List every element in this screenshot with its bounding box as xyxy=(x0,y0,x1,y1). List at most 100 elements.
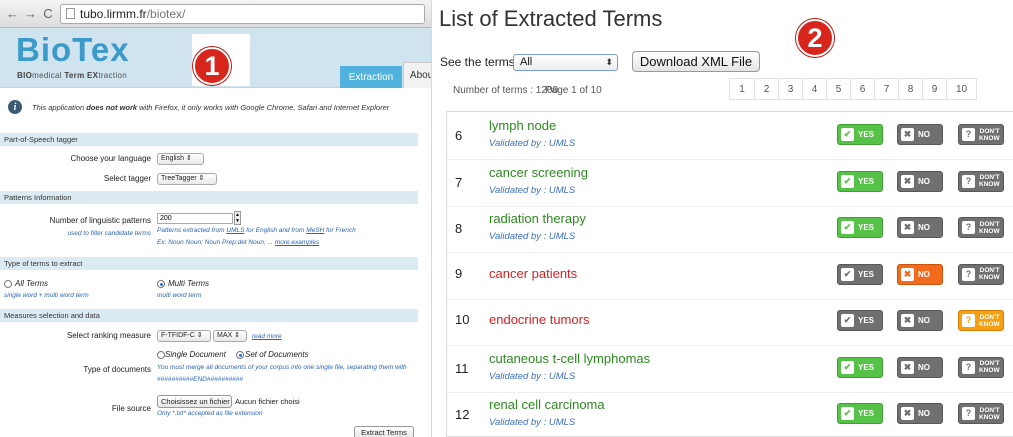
question-icon: ? xyxy=(962,221,975,234)
patterns-number-input[interactable]: 200 xyxy=(157,213,233,224)
validated-by: Validated by : UMLS xyxy=(489,370,576,382)
file-source-label: File source xyxy=(111,404,151,413)
read-more-link[interactable]: read more xyxy=(252,333,282,340)
single-document-label: Single Document xyxy=(165,350,226,359)
term-rank: 10 xyxy=(455,312,470,327)
term-rank: 8 xyxy=(455,221,463,236)
browser-warning: This application does not work with Fire… xyxy=(32,103,390,112)
screenshot-root: ← → C tubo.lirmm.fr/biotex/ BioTex BIOme… xyxy=(0,0,1013,437)
back-icon[interactable]: ← xyxy=(6,7,19,20)
see-terms-label: See the terms xyxy=(440,55,515,69)
language-select[interactable]: English ⇕ xyxy=(157,153,204,165)
vote-no-button[interactable]: ✖ NO xyxy=(897,170,943,192)
validated-by: Validated by : UMLS xyxy=(489,417,576,428)
vote-no-button[interactable]: ✖ NO xyxy=(897,310,943,331)
page-link-3[interactable]: 3 xyxy=(779,78,803,100)
page-link-4[interactable]: 4 xyxy=(803,78,827,100)
patterns-label: Number of linguistic patterns xyxy=(49,216,151,225)
see-terms-select[interactable]: All ⬍ xyxy=(513,54,618,71)
term-text: lymph node xyxy=(489,118,557,133)
vote-dont-know-button[interactable]: ? DON'T KNOW xyxy=(958,263,1004,285)
forward-icon[interactable]: → xyxy=(24,7,37,20)
terms-list: 6 lymph node Validated by : UMLS ✔ YES ✖ NO ? DO… xyxy=(446,111,1013,437)
term-text: radiation therapy xyxy=(489,211,586,226)
vote-yes-button[interactable]: ✔ YES xyxy=(837,356,883,378)
tab-extraction[interactable]: Extraction xyxy=(340,66,402,88)
x-icon: ✖ xyxy=(901,174,914,188)
page-link-5[interactable]: 5 xyxy=(827,78,851,100)
doc-type-label: Type of documents xyxy=(83,365,151,374)
term-rank: 12 xyxy=(455,407,470,422)
more-examples-link[interactable]: more examples xyxy=(275,239,319,246)
validated-by: Validated by : UMLS xyxy=(489,138,576,149)
url-path: /biotex/ xyxy=(146,6,186,21)
biotex-logo: BioTex xyxy=(16,31,130,68)
patterns-stepper[interactable]: ▲ ▼ xyxy=(234,211,241,225)
end-separator: ##########END########## xyxy=(157,376,244,383)
term-row: 8 radiation therapy Validated by : UMLS ✔ YE… xyxy=(447,205,1013,253)
vote-yes-button[interactable]: ✔ YES xyxy=(837,310,883,331)
all-terms-label: All Terms xyxy=(15,279,49,288)
vote-yes-button[interactable]: ✔ YES xyxy=(837,170,883,192)
question-icon: ? xyxy=(962,267,975,281)
tagger-select[interactable]: TreeTagger ⇕ xyxy=(157,173,217,185)
tab-about[interactable]: About xyxy=(403,62,431,88)
term-row: 6 lymph node Validated by : UMLS ✔ YES ✖ NO ? DO… xyxy=(447,112,1013,160)
page-link-8[interactable]: 8 xyxy=(899,78,923,100)
multi-terms-radio[interactable] xyxy=(157,280,165,288)
umls-link[interactable]: UMLS xyxy=(226,227,244,234)
ranking-measure-select[interactable]: F-TFIDF-C ⇕ xyxy=(157,330,211,342)
ranking-agg-select[interactable]: MAX ⇕ xyxy=(213,330,247,342)
address-bar[interactable]: tubo.lirmm.fr/biotex/ xyxy=(60,3,425,24)
section-pos-tagger: Part-of-Speech tagger xyxy=(0,133,418,146)
vote-dont-know-button[interactable]: ? DON'T KNOW xyxy=(958,170,1004,192)
mesh-link[interactable]: MeSH xyxy=(306,227,324,234)
term-text: endocrine tumors xyxy=(489,312,590,327)
term-row: 11 cutaneous t-cell lymphomas Validated by… xyxy=(447,345,1013,393)
reload-icon[interactable]: C xyxy=(42,7,54,20)
single-document-radio[interactable] xyxy=(157,351,165,359)
term-row: 7 cancer screening Validated by : UMLS ✔ YES… xyxy=(447,159,1013,207)
page-link-6[interactable]: 6 xyxy=(851,78,875,100)
page-title: List of Extracted Terms xyxy=(439,6,663,31)
all-terms-radio[interactable] xyxy=(4,280,12,288)
set-of-documents-radio[interactable] xyxy=(236,351,244,359)
vote-no-button[interactable]: ✖ NO xyxy=(897,124,943,145)
check-icon: ✔ xyxy=(841,314,854,327)
browser-toolbar: ← → C tubo.lirmm.fr/biotex/ xyxy=(0,0,431,28)
vote-yes-button[interactable]: ✔ YES xyxy=(837,124,883,145)
page-link-9[interactable]: 9 xyxy=(923,78,947,100)
extract-terms-button[interactable]: Extract Terms xyxy=(354,426,414,437)
question-icon: ? xyxy=(962,314,975,327)
vote-yes-button[interactable]: ✔ YES xyxy=(837,217,883,238)
page-link-7[interactable]: 7 xyxy=(875,78,899,100)
callout-badge-1: 1 xyxy=(193,47,231,85)
vote-dont-know-button[interactable]: ? DON'T KNOW xyxy=(958,217,1004,238)
vote-no-button[interactable]: ✖ NO xyxy=(897,217,943,238)
vote-no-button[interactable]: ✖ NO xyxy=(897,263,943,285)
term-rank: 11 xyxy=(455,360,469,376)
vote-dont-know-button[interactable]: ? DON'T KNOW xyxy=(958,356,1004,378)
download-xml-button[interactable]: Download XML File xyxy=(632,51,760,72)
ranking-label: Select ranking measure xyxy=(66,331,151,340)
page-link-2[interactable]: 2 xyxy=(755,78,779,100)
pagination: 1 2 3 4 5 6 7 8 9 10 xyxy=(729,78,977,100)
x-icon: ✖ xyxy=(901,314,914,327)
vote-dont-know-button[interactable]: ? DON'T KNOW xyxy=(958,310,1004,331)
biotex-form-panel: ← → C tubo.lirmm.fr/biotex/ BioTex BIOme… xyxy=(0,0,432,437)
term-text: cancer screening xyxy=(489,164,588,180)
x-icon: ✖ xyxy=(901,221,914,234)
question-icon: ? xyxy=(962,407,975,420)
vote-dont-know-button[interactable]: ? DON'T KNOW xyxy=(958,403,1004,424)
vote-dont-know-button[interactable]: ? DON'T KNOW xyxy=(958,124,1004,145)
vote-no-button[interactable]: ✖ NO xyxy=(897,356,943,378)
vote-yes-button[interactable]: ✔ YES xyxy=(837,403,883,424)
file-extension-hint: Only *.txt* accepted as file extension xyxy=(157,410,263,417)
vote-yes-button[interactable]: ✔ YES xyxy=(837,263,883,285)
term-rank: 9 xyxy=(455,265,463,281)
section-patterns: Patterns Information xyxy=(0,191,418,204)
page-link-10[interactable]: 10 xyxy=(947,78,977,100)
page-link-1[interactable]: 1 xyxy=(729,78,755,100)
choose-file-button[interactable]: Choisissez un fichier xyxy=(157,395,232,408)
vote-no-button[interactable]: ✖ NO xyxy=(897,403,943,424)
